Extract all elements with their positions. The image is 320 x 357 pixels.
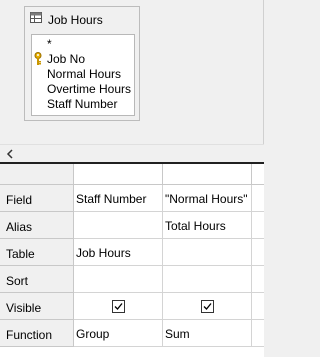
horizontal-scrollbar[interactable] [0, 144, 264, 162]
visible-checkbox-col1[interactable] [112, 300, 125, 313]
row-label-sort: Sort [0, 266, 74, 293]
row-label-field: Field [0, 185, 74, 212]
table-window-job-hours[interactable]: Job Hours * Job No Normal Hours Overtime… [24, 6, 140, 121]
cell-function-col3[interactable] [252, 320, 264, 347]
chevron-left-icon[interactable] [6, 149, 14, 159]
visible-checkbox-col2[interactable] [201, 300, 214, 313]
query-design-area: Job Hours * Job No Normal Hours Overtime… [0, 0, 264, 144]
table-icon [30, 12, 42, 23]
cell-visible-col3[interactable] [252, 293, 264, 320]
cell-function-col1[interactable]: Group [74, 320, 163, 347]
checkmark-icon [203, 303, 212, 310]
field-item-overtime-hours[interactable]: Overtime Hours [47, 82, 131, 96]
table-window-header[interactable]: Job Hours [25, 7, 139, 31]
cell-visible-col1 [74, 293, 163, 320]
primary-key-icon [34, 52, 42, 65]
cell-alias-col2[interactable]: Total Hours [163, 212, 252, 239]
cell-sort-col3[interactable] [252, 266, 264, 293]
column-header-1[interactable] [74, 164, 163, 185]
table-field-list[interactable]: * Job No Normal Hours Overtime Hours Sta… [31, 34, 135, 116]
cell-sort-col1[interactable] [74, 266, 163, 293]
cell-field-col1[interactable]: Staff Number [74, 185, 163, 212]
column-header-2[interactable] [163, 164, 252, 185]
cell-field-col2[interactable]: "Normal Hours" [163, 185, 252, 212]
query-design-grid: Field Alias Table Sort Visible Function … [0, 164, 264, 357]
field-item-normal-hours[interactable]: Normal Hours [47, 67, 121, 81]
field-item-all[interactable]: * [47, 37, 52, 51]
cell-field-col3[interactable] [252, 185, 264, 212]
field-item-job-no[interactable]: Job No [47, 52, 85, 66]
table-window-title: Job Hours [48, 13, 103, 27]
field-item-staff-number[interactable]: Staff Number [47, 97, 117, 111]
column-header-3[interactable] [252, 164, 264, 185]
cell-table-col2[interactable] [163, 239, 252, 266]
cell-table-col3[interactable] [252, 239, 264, 266]
row-label-alias: Alias [0, 212, 74, 239]
cell-sort-col2[interactable] [163, 266, 252, 293]
cell-alias-col1[interactable] [74, 212, 163, 239]
checkmark-icon [114, 303, 123, 310]
row-label-function: Function [0, 320, 74, 347]
grid-corner [0, 164, 74, 185]
cell-function-col2[interactable]: Sum [163, 320, 252, 347]
cell-table-col1[interactable]: Job Hours [74, 239, 163, 266]
cell-visible-col2 [163, 293, 252, 320]
cell-alias-col3[interactable] [252, 212, 264, 239]
row-label-visible: Visible [0, 293, 74, 320]
row-label-table: Table [0, 239, 74, 266]
